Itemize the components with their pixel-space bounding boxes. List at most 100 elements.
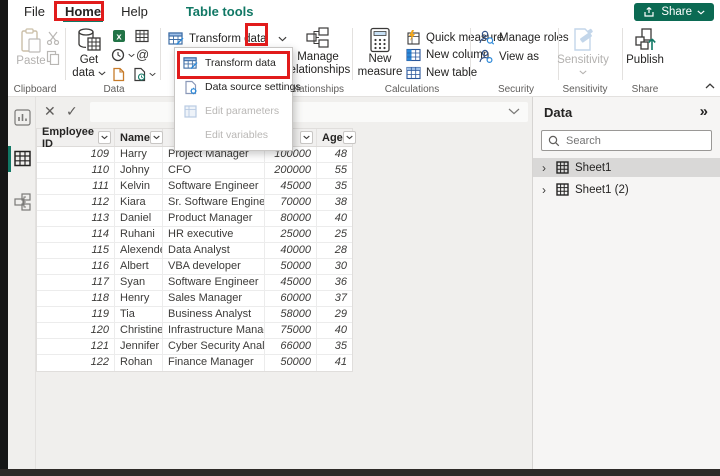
column-header-name[interactable]: Name <box>115 129 163 146</box>
table-view-icon[interactable] <box>14 150 31 167</box>
tab-file[interactable]: File <box>14 0 55 23</box>
edit-parameters-icon <box>184 105 197 118</box>
filter-icon[interactable] <box>300 131 313 144</box>
table-row[interactable]: 113 Daniel Product Manager 80000 40 <box>37 211 352 227</box>
filter-icon[interactable] <box>98 131 111 144</box>
chevron-right-icon[interactable]: › <box>542 161 550 175</box>
cell-employee-id: 113 <box>37 211 115 226</box>
manage-roles-button[interactable]: Manage roles <box>478 30 569 45</box>
chevron-down-icon <box>149 72 156 77</box>
new-table-button[interactable]: New table <box>406 66 477 80</box>
filter-icon[interactable] <box>343 131 356 144</box>
table-row[interactable]: 112 Kiara Sr. Software Engineer 70000 38 <box>37 195 352 211</box>
ribbon: Paste Clipboard Get data x @ <box>8 23 720 97</box>
group-label-sensitivity: Sensitivity <box>562 84 607 95</box>
sensitivity-button: Sensitivity <box>560 26 606 75</box>
table-icon <box>556 183 569 196</box>
table-row[interactable]: 115 Alexender Data Analyst 40000 28 <box>37 243 352 259</box>
sensitivity-label: Sensitivity <box>557 54 609 67</box>
cell-name: Albert <box>115 259 163 274</box>
chevron-right-icon[interactable]: › <box>542 183 550 197</box>
column-header-employee-id[interactable]: Employee ID <box>37 129 115 146</box>
collapse-panel-icon[interactable]: » <box>700 103 708 120</box>
model-view-icon[interactable] <box>14 193 31 210</box>
tree-item-sheet1[interactable]: › Sheet1 <box>533 158 720 177</box>
cell-employee-id: 117 <box>37 275 115 290</box>
table-row[interactable]: 122 Rohan Finance Manager 50000 41 <box>37 355 352 371</box>
manage-relationships-button[interactable]: Manage relationships <box>290 27 346 77</box>
cell-name: Tia <box>115 307 163 322</box>
table-row[interactable]: 121 Jennifer Cyber Security Analyst 6600… <box>37 339 352 355</box>
cell-name: Harry <box>115 147 163 162</box>
cell-employee-id: 110 <box>37 163 115 178</box>
cell-name: Henry <box>115 291 163 306</box>
tab-home[interactable]: Home <box>55 0 111 23</box>
cell-salary: 25000 <box>265 227 317 242</box>
table-row[interactable]: 111 Kelvin Software Engineer 45000 35 <box>37 179 352 195</box>
filter-icon[interactable] <box>150 131 163 144</box>
table-row[interactable]: 117 Syan Software Engineer 45000 36 <box>37 275 352 291</box>
tab-help[interactable]: Help <box>111 0 158 23</box>
data-panel: Data » › Sheet1 › Sheet1 (2) <box>532 97 720 469</box>
cell-designation: Cyber Security Analyst <box>163 339 265 354</box>
cell-employee-id: 109 <box>37 147 115 162</box>
search-box[interactable] <box>541 130 712 151</box>
enter-data-icon[interactable] <box>112 67 125 82</box>
cell-designation: Sales Manager <box>163 291 265 306</box>
search-input[interactable] <box>566 135 686 147</box>
cut-icon <box>46 31 60 45</box>
cell-salary: 45000 <box>265 179 317 194</box>
cell-employee-id: 115 <box>37 243 115 258</box>
menu-item-data-source-settings[interactable]: Data source settings <box>175 75 292 99</box>
view-switcher-rail <box>8 97 36 469</box>
onelake-hub-icon[interactable] <box>111 48 135 62</box>
table-row[interactable]: 116 Albert VBA developer 50000 30 <box>37 259 352 275</box>
chevron-down-icon <box>579 70 587 75</box>
manage-roles-icon <box>478 30 494 45</box>
menu-item-transform-data[interactable]: Transform data <box>175 51 292 75</box>
formula-input[interactable] <box>90 102 528 122</box>
group-label-data: Data <box>103 84 124 95</box>
cell-name: Christine <box>115 323 163 338</box>
excel-icon[interactable]: x <box>112 29 126 43</box>
relationships-icon <box>305 27 331 51</box>
formula-expand-icon[interactable] <box>508 108 520 115</box>
report-view-icon[interactable] <box>14 109 31 126</box>
cell-salary: 40000 <box>265 243 317 258</box>
get-data-label-2: data <box>72 67 94 80</box>
chevron-down-icon <box>128 53 135 58</box>
recent-sources-icon[interactable] <box>133 67 156 82</box>
table-row[interactable]: 120 Christine Infrastructure Manager 750… <box>37 323 352 339</box>
dataset-table-icon[interactable] <box>135 29 149 43</box>
get-data-button[interactable]: Get data <box>70 27 108 80</box>
column-header-age[interactable]: Age <box>317 129 352 146</box>
cell-name: Alexender <box>115 243 163 258</box>
publish-button[interactable]: Publish <box>624 26 666 67</box>
manage-relationships-label-2: relationships <box>286 64 351 77</box>
share-button[interactable]: Share <box>634 3 714 21</box>
new-measure-label-2: measure <box>358 66 403 79</box>
share-button-label: Share <box>661 6 692 18</box>
collapse-ribbon-icon[interactable] <box>705 83 715 89</box>
new-measure-button[interactable]: New measure <box>358 27 402 79</box>
tree-item-sheet1-2[interactable]: › Sheet1 (2) <box>533 180 720 199</box>
cell-age: 29 <box>317 307 352 322</box>
tab-table-tools[interactable]: Table tools <box>176 0 264 23</box>
cancel-icon[interactable]: ✕ <box>44 103 56 120</box>
cell-designation: Software Engineer <box>163 179 265 194</box>
transform-data-dropdown-button[interactable]: Transform data <box>168 31 287 46</box>
cell-salary: 45000 <box>265 275 317 290</box>
table-row[interactable]: 114 Ruhani HR executive 25000 25 <box>37 227 352 243</box>
cell-salary: 200000 <box>265 163 317 178</box>
table-row[interactable]: 110 Johny CFO 200000 55 <box>37 163 352 179</box>
data-source-settings-icon <box>184 80 198 95</box>
dataverse-icon[interactable]: @ <box>136 47 149 62</box>
new-column-button[interactable]: New column <box>406 48 489 62</box>
table-row[interactable]: 118 Henry Sales Manager 60000 37 <box>37 291 352 307</box>
cell-employee-id: 120 <box>37 323 115 338</box>
cell-salary: 50000 <box>265 259 317 274</box>
cell-salary: 66000 <box>265 339 317 354</box>
table-row[interactable]: 119 Tia Business Analyst 58000 29 <box>37 307 352 323</box>
view-as-button[interactable]: View as <box>478 49 539 64</box>
commit-icon[interactable]: ✓ <box>66 103 78 120</box>
